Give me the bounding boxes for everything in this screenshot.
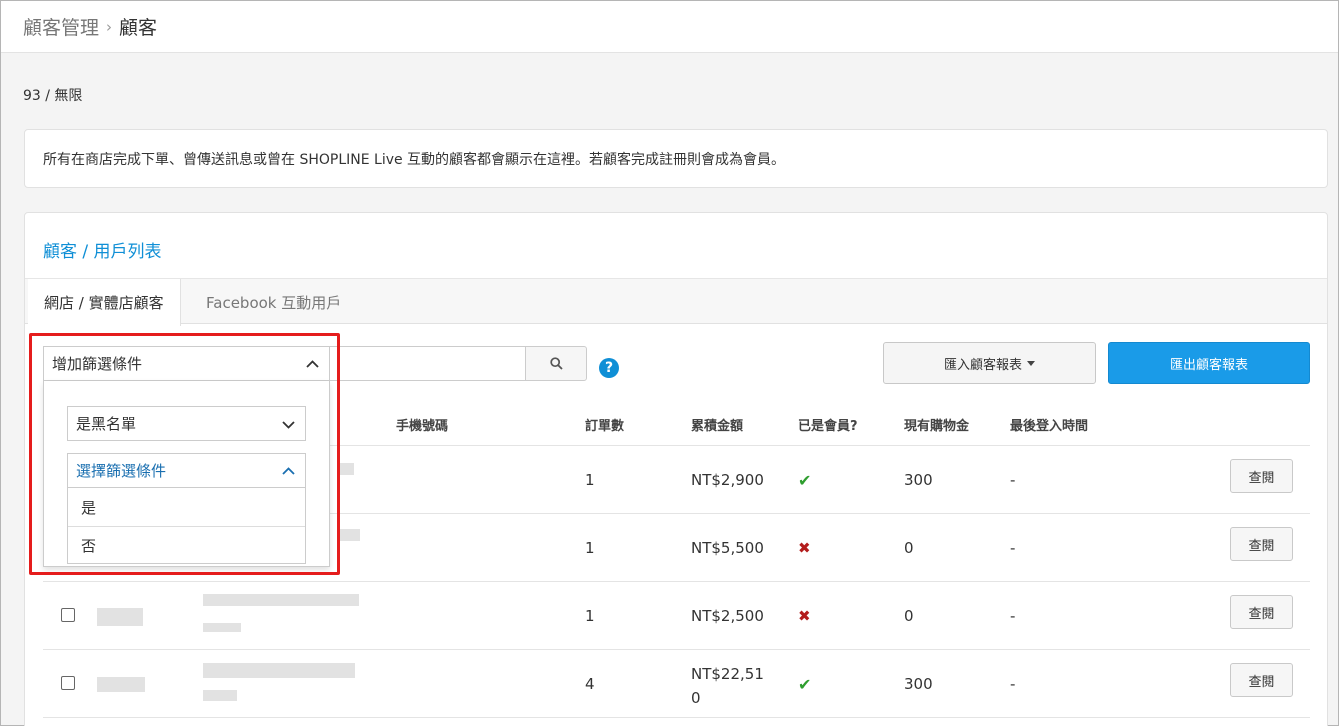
add-filter-dropdown[interactable]: 增加篩選條件 [43, 346, 330, 381]
last-login-cell: - [1010, 539, 1016, 557]
row-divider [43, 717, 1310, 718]
column-header-phone: 手機號碼 [396, 419, 449, 434]
condition-select-label: 選擇篩選條件 [76, 462, 167, 480]
amount-line: NT$22,51 [691, 665, 764, 683]
redacted-email [203, 594, 359, 606]
credit-cell: 0 [904, 607, 914, 625]
chevron-up-icon [306, 360, 319, 368]
search-button[interactable] [525, 346, 587, 381]
redacted-text [203, 623, 241, 632]
last-login-cell: - [1010, 675, 1016, 693]
credit-cell: 0 [904, 539, 914, 557]
option-no[interactable]: 否 [68, 526, 305, 564]
view-button[interactable]: 查閱 [1230, 595, 1293, 629]
view-button[interactable]: 查閱 [1230, 459, 1293, 493]
breadcrumb-parent[interactable]: 顧客管理 [23, 13, 99, 40]
column-header-orders: 訂單數 [585, 419, 625, 434]
chevron-down-icon [282, 421, 295, 429]
orders-cell: 1 [585, 471, 595, 489]
last-login-cell: - [1010, 471, 1016, 489]
column-header-member: 已是會員? [798, 419, 858, 434]
tab-bar: 網店 / 實體店顧客 Facebook 互動用戶 [25, 278, 1327, 326]
redacted-email [203, 663, 355, 678]
amount-cell: NT$2,900 [691, 471, 764, 489]
redacted-text [338, 463, 354, 475]
breadcrumb-separator-icon: › [106, 17, 113, 36]
export-report-button[interactable]: 匯出顧客報表 [1108, 342, 1310, 384]
redacted-text [203, 690, 237, 701]
help-icon[interactable]: ? [599, 358, 619, 378]
orders-cell: 1 [585, 607, 595, 625]
amount-cell: NT$22,51 0 [691, 662, 764, 710]
breadcrumb-current: 顧客 [119, 17, 158, 39]
check-icon: ✔ [798, 471, 812, 490]
condition-select[interactable]: 選擇篩選條件 [67, 453, 306, 488]
panel-title: 顧客 / 用戶列表 [43, 242, 162, 262]
amount-cell: NT$5,500 [691, 539, 764, 557]
column-header-last-login: 最後登入時間 [1010, 419, 1089, 434]
redacted-name [97, 608, 143, 626]
add-filter-label: 增加篩選條件 [52, 355, 143, 373]
orders-cell: 4 [585, 675, 595, 693]
tab-facebook-users[interactable]: Facebook 互動用戶 [190, 279, 357, 325]
check-icon: ✔ [798, 675, 812, 694]
view-button[interactable]: 查閱 [1230, 663, 1293, 697]
search-icon [549, 357, 563, 370]
option-yes[interactable]: 是 [68, 488, 305, 526]
tab-online-store-customers[interactable]: 網店 / 實體店顧客 [28, 279, 181, 326]
cross-icon: ✖ [798, 607, 811, 625]
column-header-amount: 累積金額 [691, 419, 744, 434]
view-button[interactable]: 查閱 [1230, 527, 1293, 561]
info-notice: 所有在商店完成下單、曾傳送訊息或曾在 SHOPLINE Live 互動的顧客都會… [24, 129, 1328, 188]
credit-cell: 300 [904, 471, 933, 489]
chevron-up-icon [282, 467, 295, 475]
redacted-name [97, 677, 145, 692]
credit-cell: 300 [904, 675, 933, 693]
notice-text: 所有在商店完成下單、曾傳送訊息或曾在 SHOPLINE Live 互動的顧客都會… [43, 151, 786, 168]
amount-cell: NT$2,500 [691, 607, 764, 625]
blacklist-select[interactable]: 是黑名單 [67, 406, 306, 441]
row-divider [43, 581, 1310, 582]
customer-quota: 93 / 無限 [23, 88, 83, 104]
row-checkbox[interactable] [61, 676, 75, 690]
search-input[interactable] [301, 346, 527, 381]
column-header-credit: 現有購物金 [904, 419, 970, 434]
row-checkbox[interactable] [61, 608, 75, 622]
blacklist-select-label: 是黑名單 [76, 415, 137, 433]
redacted-text [338, 529, 360, 541]
import-report-label: 匯入顧客報表 [943, 357, 1022, 373]
row-divider [43, 649, 1310, 650]
orders-cell: 1 [585, 539, 595, 557]
cross-icon: ✖ [798, 539, 811, 557]
condition-options: 是 否 [67, 488, 306, 564]
import-report-button[interactable]: 匯入顧客報表 [883, 342, 1096, 384]
breadcrumb: 顧客管理 › 顧客 [1, 1, 1338, 53]
last-login-cell: - [1010, 607, 1016, 625]
amount-line: 0 [691, 689, 701, 707]
caret-down-icon [1027, 360, 1035, 366]
